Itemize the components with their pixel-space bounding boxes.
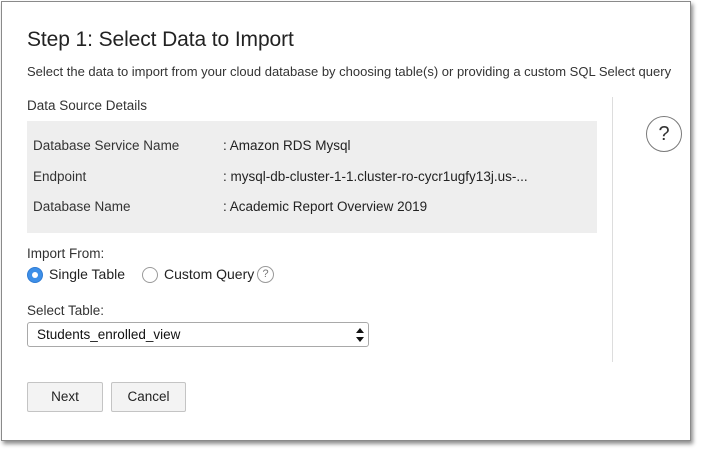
custom-query-radio[interactable] [142,267,158,283]
vertical-divider [612,97,613,362]
single-table-label[interactable]: Single Table [49,266,125,282]
data-source-details-panel: Database Service Name : Amazon RDS Mysql… [27,121,597,233]
detail-row-database-name: Database Name : Academic Report Overview… [33,199,593,219]
detail-row-service-name: Database Service Name : Amazon RDS Mysql [33,138,593,158]
detail-row-endpoint: Endpoint : mysql-db-cluster-1-1.cluster-… [33,169,593,189]
import-dialog: Step 1: Select Data to Import Select the… [1,1,691,441]
custom-query-label[interactable]: Custom Query [164,266,254,282]
select-table-value: Students_enrolled_view [37,327,181,342]
select-arrows-icon [356,328,364,342]
select-table-label: Select Table: [27,303,105,318]
cancel-button[interactable]: Cancel [111,382,186,412]
detail-value: : Academic Report Overview 2019 [223,199,428,214]
detail-value: : mysql-db-cluster-1-1.cluster-ro-cycr1u… [223,169,528,184]
detail-label: Database Name [33,199,131,214]
detail-label: Database Service Name [33,138,180,153]
select-table-dropdown[interactable]: Students_enrolled_view [27,322,369,347]
page-subtitle: Select the data to import from your clou… [27,64,672,79]
import-from-label: Import From: [27,246,105,261]
single-table-radio[interactable] [27,267,43,283]
import-from-radio-group: Single Table Custom Query ? [27,266,327,286]
detail-label: Endpoint [33,169,87,184]
next-button[interactable]: Next [27,382,103,412]
custom-query-help-icon[interactable]: ? [257,266,274,283]
detail-value: : Amazon RDS Mysql [223,138,351,153]
data-source-section-label: Data Source Details [27,98,148,113]
page-title: Step 1: Select Data to Import [27,28,294,51]
help-icon[interactable]: ? [646,116,682,152]
